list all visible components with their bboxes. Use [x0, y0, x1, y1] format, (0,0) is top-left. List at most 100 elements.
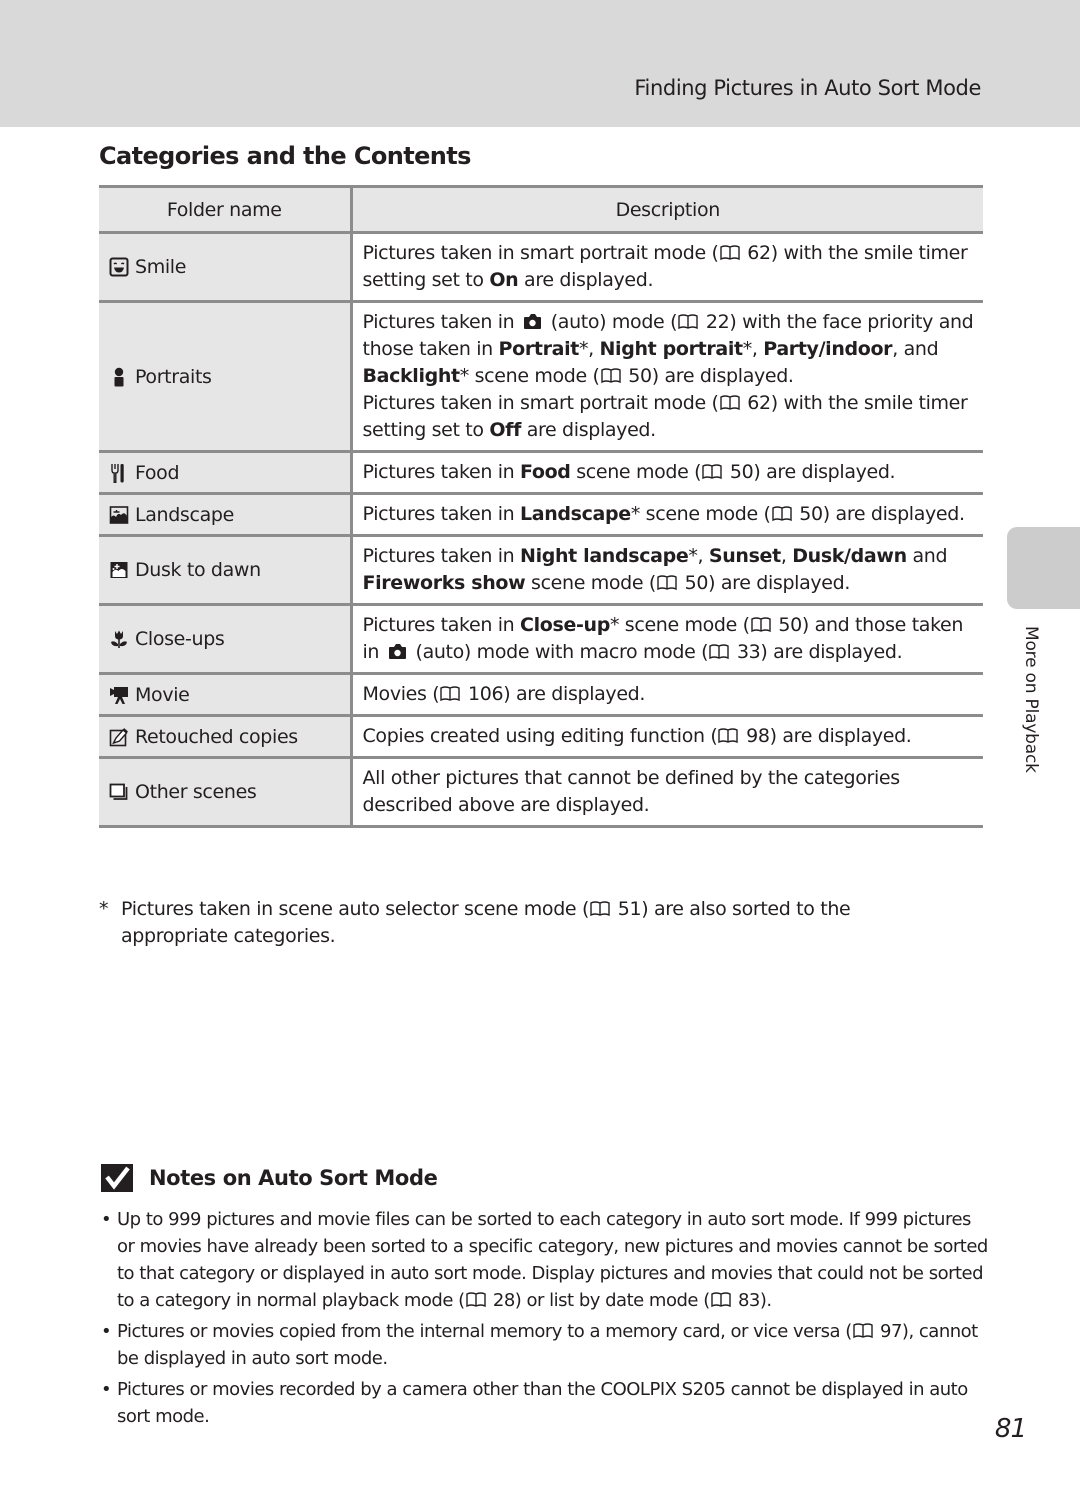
note-item: Up to 999 pictures and movie files can b… — [99, 1206, 989, 1314]
folder-name: Food — [109, 462, 350, 484]
page-reference[interactable]: 50 — [794, 503, 823, 525]
notes-title: Notes on Auto Sort Mode — [149, 1166, 438, 1190]
description-cell: Pictures taken in Close-up* scene mode (… — [351, 603, 983, 675]
folder-label: Movie — [135, 683, 190, 706]
page-reference[interactable]: 33 — [731, 641, 761, 663]
table-row: Portraits Pictures taken in (auto) mode (… — [99, 300, 983, 453]
description-cell: Pictures taken in Food scene mode ( 50) … — [351, 450, 983, 495]
landscape-icon — [109, 505, 129, 525]
folder-label: Smile — [135, 256, 187, 278]
page-reference[interactable]: 98 — [740, 725, 770, 747]
book-reference-icon — [751, 617, 771, 633]
close-up-flower-icon — [109, 629, 129, 649]
table-row: Dusk to dawn Pictures taken in Night land… — [99, 534, 983, 606]
table-header-row: Folder name Description — [99, 185, 983, 234]
description-cell: Pictures taken in Night landscape*, Suns… — [351, 534, 983, 606]
page-reference[interactable]: 50 — [623, 365, 652, 387]
folder-cell: Retouched copies — [99, 714, 353, 759]
folder-label: Dusk to dawn — [135, 559, 261, 581]
description-cell: Movies ( 106) are displayed. — [351, 672, 983, 717]
folder-label: Food — [135, 461, 180, 484]
description-cell: Pictures taken in (auto) mode ( 22) with… — [351, 300, 983, 453]
footnote-marker: * — [99, 898, 109, 920]
book-reference-icon — [440, 686, 460, 702]
book-reference-icon — [718, 728, 739, 744]
table-row: Food Pictures taken in Food scene mode ( … — [99, 450, 983, 495]
page-reference[interactable]: 51 — [612, 898, 642, 920]
bold-term: Landscape — [520, 503, 631, 525]
chapter-tab-label: More on Playback — [1021, 626, 1041, 773]
bold-term: Party/indoor — [763, 338, 893, 360]
auto-mode-camera-icon — [388, 644, 406, 659]
running-head: Finding Pictures in Auto Sort Mode — [634, 76, 981, 100]
folder-name: Close-ups — [109, 628, 350, 650]
retouch-icon — [109, 727, 129, 747]
book-reference-icon — [711, 1292, 731, 1308]
bold-term: Close-up — [520, 614, 610, 636]
book-reference-icon — [771, 506, 792, 522]
folder-cell: Smile — [99, 231, 353, 303]
other-scenes-icon — [109, 782, 129, 802]
categories-table: Folder name Description Smile Pictures ta… — [99, 185, 983, 828]
portrait-icon — [109, 367, 129, 387]
table-row: Retouched copies Copies created using edi… — [99, 714, 983, 759]
table-row: Movie Movies ( 106) are displayed. — [99, 672, 983, 717]
folder-cell: Movie — [99, 672, 353, 717]
page-reference[interactable]: 50 — [679, 572, 709, 594]
page-reference[interactable]: 50 — [773, 614, 802, 636]
notes-heading: Notes on Auto Sort Mode — [101, 1164, 438, 1192]
description-cell: All other pictures that cannot be define… — [351, 756, 983, 828]
table-row: Other scenes All other pictures that cann… — [99, 756, 983, 828]
header-band: Finding Pictures in Auto Sort Mode — [0, 0, 1080, 127]
description-cell: Pictures taken in smart portrait mode ( … — [351, 231, 983, 303]
folder-name: Other scenes — [109, 781, 350, 803]
folder-label: Landscape — [135, 503, 234, 526]
page-reference[interactable]: 83 — [733, 1290, 760, 1311]
folder-label: Close-ups — [135, 628, 225, 650]
page-reference[interactable]: 97 — [875, 1321, 902, 1342]
bold-term: Portrait — [498, 338, 580, 360]
footnote-text: Pictures taken in scene auto selector sc… — [121, 898, 851, 947]
page-reference[interactable]: 62 — [742, 242, 771, 264]
folder-cell: Other scenes — [99, 756, 353, 828]
book-reference-icon — [678, 314, 698, 330]
folder-name: Dusk to dawn — [109, 559, 350, 581]
food-icon — [109, 463, 129, 483]
folder-cell: Portraits — [99, 300, 353, 453]
page-reference[interactable]: 50 — [724, 461, 754, 483]
folder-name: Landscape — [109, 504, 350, 526]
folder-cell: Close-ups — [99, 603, 353, 675]
movie-camera-icon — [109, 685, 129, 705]
book-reference-icon — [853, 1323, 873, 1339]
book-reference-icon — [719, 245, 740, 261]
folder-cell: Dusk to dawn — [99, 534, 353, 606]
footnote: * Pictures taken in scene auto selector … — [99, 896, 899, 950]
bold-term: Off — [489, 419, 521, 441]
description-cell: Pictures taken in Landscape* scene mode … — [351, 492, 983, 537]
folder-name: Portraits — [109, 366, 350, 388]
folder-cell: Landscape — [99, 492, 353, 537]
note-item: Pictures or movies copied from the inter… — [99, 1318, 989, 1372]
page-reference[interactable]: 106 — [462, 683, 504, 705]
book-reference-icon — [709, 644, 729, 660]
book-reference-icon — [590, 901, 610, 917]
bold-term: Fireworks show — [362, 572, 526, 594]
table-row: Landscape Pictures taken in Landscape* sc… — [99, 492, 983, 537]
chapter-tab[interactable] — [1007, 527, 1080, 609]
book-reference-icon — [657, 575, 677, 591]
book-reference-icon — [600, 368, 621, 384]
bold-term: Night landscape — [520, 545, 689, 567]
table-row: Smile Pictures taken in smart portrait mo… — [99, 231, 983, 303]
page-reference[interactable]: 62 — [742, 392, 771, 414]
folder-cell: Food — [99, 450, 353, 495]
note-item: Pictures or movies recorded by a camera … — [99, 1376, 989, 1430]
page-reference[interactable]: 28 — [488, 1290, 515, 1311]
table-row: Close-ups Pictures taken in Close-up* sce… — [99, 603, 983, 675]
notes-list: Up to 999 pictures and movie files can b… — [99, 1206, 989, 1434]
page-reference[interactable]: 22 — [700, 311, 730, 333]
folder-label: Portraits — [135, 365, 212, 388]
bold-term: Night portrait — [599, 338, 744, 360]
column-header-folder-name: Folder name — [99, 185, 353, 234]
checkmark-icon — [101, 1164, 133, 1192]
folder-name: Movie — [109, 684, 350, 706]
